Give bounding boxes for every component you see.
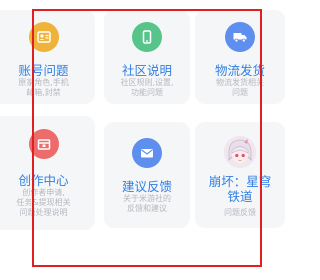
creator-center-title: 创作中心 bbox=[18, 173, 69, 188]
community-guide-card[interactable]: 社区说明 社区规则,设置, 功能问题 bbox=[104, 10, 190, 104]
community-guide-title: 社区说明 bbox=[121, 63, 172, 78]
feedback-card[interactable]: 建议反馈 关于米游社的 反馈和建议 bbox=[104, 122, 190, 228]
logistics-desc: 物流发货相关 问题 bbox=[216, 78, 264, 97]
creator-center-card[interactable]: 创作中心 创作者申请, 任务&提现相关 问题处理说明 bbox=[0, 116, 95, 230]
honkai-star-rail-card[interactable]: 崩坏：星穹 铁道 问题反馈 bbox=[195, 122, 285, 228]
game-avatar-icon bbox=[224, 136, 256, 168]
logistics-title: 物流发货 bbox=[214, 63, 265, 78]
phone-icon bbox=[132, 22, 162, 52]
feedback-desc: 关于米游社的 反馈和建议 bbox=[123, 194, 171, 213]
feedback-title: 建议反馈 bbox=[121, 179, 172, 194]
account-card-icon bbox=[28, 22, 59, 52]
community-guide-desc: 社区规则,设置, 功能问题 bbox=[120, 78, 174, 97]
account-issues-desc: 原家角色,手机 邮箱,封禁 bbox=[18, 78, 69, 97]
creator-center-desc: 创作者申请, 任务&提现相关 问题处理说明 bbox=[16, 188, 71, 217]
honkai-star-rail-desc: 问题反馈 bbox=[224, 208, 256, 217]
account-issues-title: 账号问题 bbox=[18, 63, 69, 78]
mail-icon bbox=[132, 138, 162, 168]
account-issues-card[interactable]: 账号问题 原家角色,手机 邮箱,封禁 bbox=[0, 10, 95, 104]
logistics-card[interactable]: 物流发货 物流发货相关 问题 bbox=[195, 10, 285, 104]
creator-icon bbox=[28, 129, 59, 159]
help-center-grid: 账号问题 原家角色,手机 邮箱,封禁 社区说明 社区规则,设置, 功能问题 物流… bbox=[0, 0, 300, 280]
honkai-star-rail-title: 崩坏：星穹 铁道 bbox=[208, 174, 272, 204]
delivery-truck-icon bbox=[225, 22, 255, 52]
